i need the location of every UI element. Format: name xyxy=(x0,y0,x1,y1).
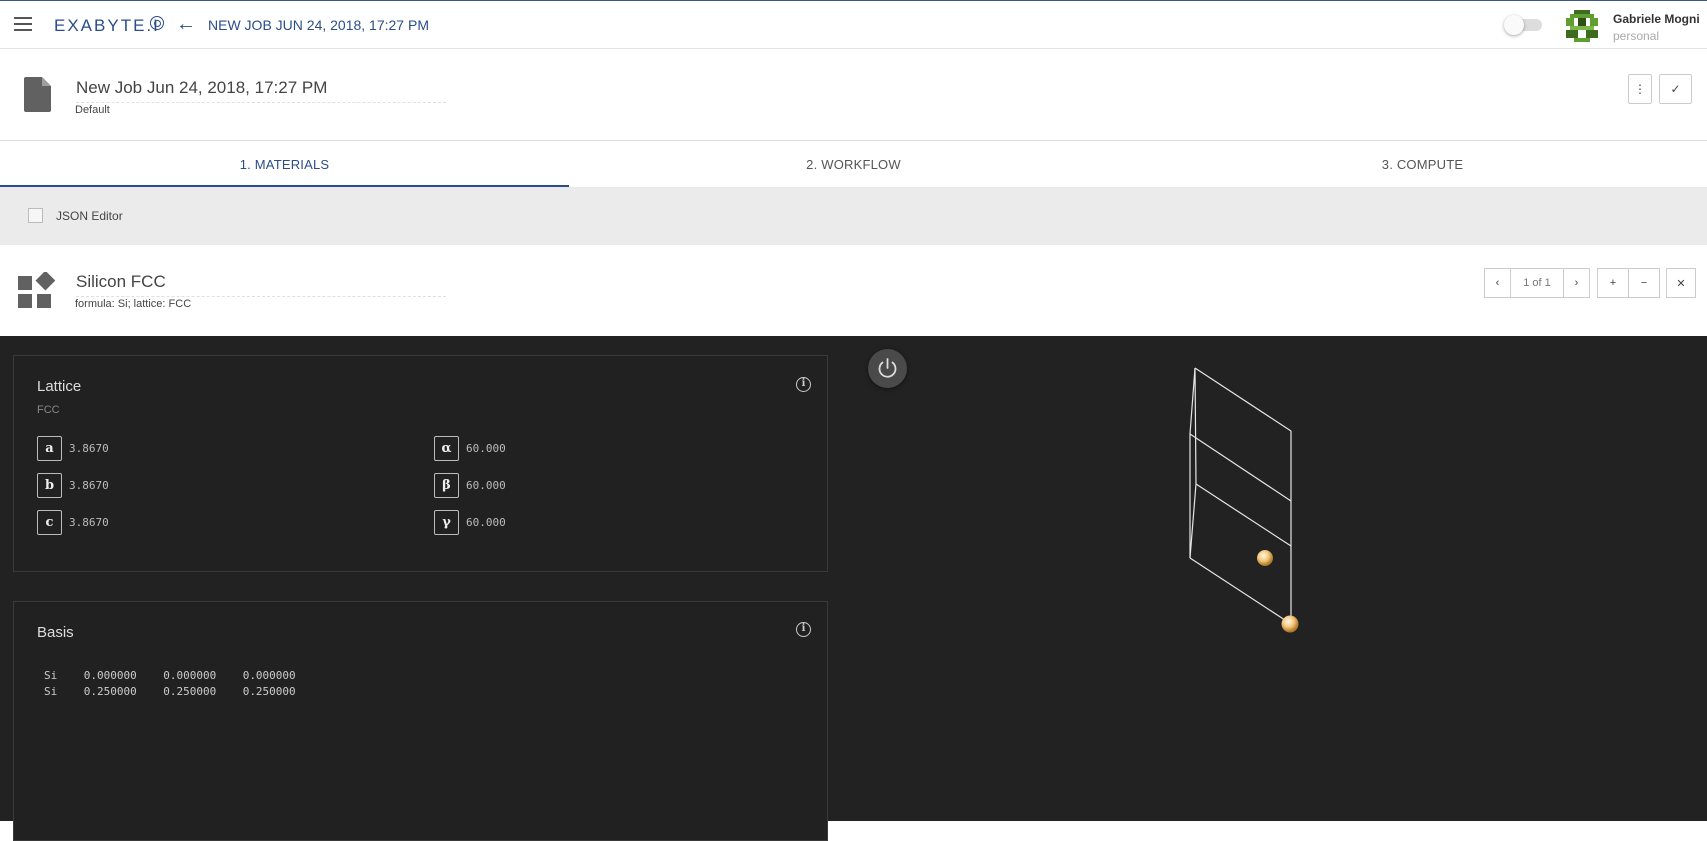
basis-row: Si 0.250000 0.250000 0.250000 xyxy=(44,685,296,698)
param-label: b xyxy=(37,473,62,498)
material-name-input[interactable]: Silicon FCC xyxy=(76,272,446,297)
param-value[interactable]: 3.8670 xyxy=(69,479,109,492)
basis-title: Basis xyxy=(37,624,74,641)
material-pager-text: 1 of 1 xyxy=(1510,268,1564,298)
json-editor-bar: JSON Editor xyxy=(0,188,1707,245)
atom-si[interactable] xyxy=(1281,615,1299,633)
lattice-param-c[interactable]: c 3.8670 xyxy=(37,510,109,535)
header-title: NEW JOB JUN 24, 2018, 17:27 PM xyxy=(208,17,429,33)
user-name[interactable]: Gabriele Mogni xyxy=(1613,12,1700,26)
job-project[interactable]: Default xyxy=(75,104,110,116)
material-designer: Lattice FCC i a 3.8670 α 60.000 b 3.8670… xyxy=(0,336,1707,841)
logo[interactable]: EXABYTE.I xyxy=(54,16,160,36)
toggle-knob[interactable] xyxy=(1504,15,1524,35)
theme-toggle[interactable] xyxy=(1504,15,1542,35)
tab-workflow[interactable]: 2. WORKFLOW xyxy=(569,142,1138,187)
lattice-title: Lattice xyxy=(37,378,82,395)
lattice-param-gamma[interactable]: γ 60.000 xyxy=(434,510,506,535)
tab-materials[interactable]: 1. MATERIALS xyxy=(0,142,569,187)
power-button[interactable] xyxy=(868,349,907,388)
atom-coords: 0.000000 0.000000 0.000000 xyxy=(83,669,296,682)
tab-compute[interactable]: 3. COMPUTE xyxy=(1138,142,1707,187)
job-header: New Job Jun 24, 2018, 17:27 PM Default ⋮… xyxy=(0,50,1707,141)
more-options-button[interactable]: ⋮ xyxy=(1628,74,1652,104)
top-app-bar: EXABYTE.I ← NEW JOB JUN 24, 2018, 17:27 … xyxy=(0,0,1707,49)
lattice-panel: Lattice FCC i a 3.8670 α 60.000 b 3.8670… xyxy=(13,355,828,572)
crystal-3d-viewer[interactable] xyxy=(1150,336,1330,636)
avatar[interactable] xyxy=(1566,10,1598,42)
confirm-button[interactable]: ✓ xyxy=(1659,74,1692,104)
lattice-param-beta[interactable]: β 60.000 xyxy=(434,473,506,498)
lattice-param-b[interactable]: b 3.8670 xyxy=(37,473,109,498)
material-header: Silicon FCC formula: Si; lattice: FCC ‹ … xyxy=(0,245,1707,336)
basis-panel: Basis i Si 0.000000 0.000000 0.000000 Si… xyxy=(13,601,828,841)
atom-element: Si xyxy=(44,669,58,682)
lattice-param-alpha[interactable]: α 60.000 xyxy=(434,436,506,461)
atom-coords: 0.250000 0.250000 0.250000 xyxy=(83,685,296,698)
info-icon[interactable]: i xyxy=(796,622,811,637)
lattice-param-a[interactable]: a 3.8670 xyxy=(37,436,109,461)
param-value[interactable]: 60.000 xyxy=(466,442,506,455)
basis-row: Si 0.000000 0.000000 0.000000 xyxy=(44,669,296,682)
json-editor-checkbox[interactable] xyxy=(28,208,43,223)
lattice-type: FCC xyxy=(37,404,60,416)
arrow-left-icon[interactable]: ← xyxy=(176,13,196,36)
logo-mark-icon xyxy=(150,16,164,30)
param-value[interactable]: 3.8670 xyxy=(69,516,109,529)
atom-si[interactable] xyxy=(1257,550,1273,566)
atom-element: Si xyxy=(44,685,58,698)
info-icon[interactable]: i xyxy=(796,377,811,392)
hamburger-icon[interactable] xyxy=(14,17,32,31)
document-icon xyxy=(24,77,51,112)
tab-bar: 1. MATERIALS 2. WORKFLOW 3. COMPUTE xyxy=(0,142,1707,188)
user-account: personal xyxy=(1613,29,1660,43)
param-value[interactable]: 3.8670 xyxy=(69,442,109,455)
job-name-input[interactable]: New Job Jun 24, 2018, 17:27 PM xyxy=(76,78,446,103)
param-label: β xyxy=(434,473,459,498)
basis-editor[interactable]: Si 0.000000 0.000000 0.000000 Si 0.25000… xyxy=(44,668,296,700)
param-label: α xyxy=(434,436,459,461)
remove-material-button[interactable]: − xyxy=(1628,268,1660,298)
close-material-button[interactable]: ✕ xyxy=(1666,268,1696,298)
param-value[interactable]: 60.000 xyxy=(466,479,506,492)
unit-cell xyxy=(1189,367,1292,625)
param-value[interactable]: 60.000 xyxy=(466,516,506,529)
param-label: a xyxy=(37,436,62,461)
json-editor-label[interactable]: JSON Editor xyxy=(56,209,123,223)
power-icon xyxy=(878,358,897,378)
param-label: c xyxy=(37,510,62,535)
material-description: formula: Si; lattice: FCC xyxy=(75,298,192,310)
add-material-button[interactable]: + xyxy=(1597,268,1629,298)
previous-material-button[interactable]: ‹ xyxy=(1484,268,1511,298)
next-material-button[interactable]: › xyxy=(1563,268,1590,298)
param-label: γ xyxy=(434,510,459,535)
material-icon xyxy=(18,272,55,308)
